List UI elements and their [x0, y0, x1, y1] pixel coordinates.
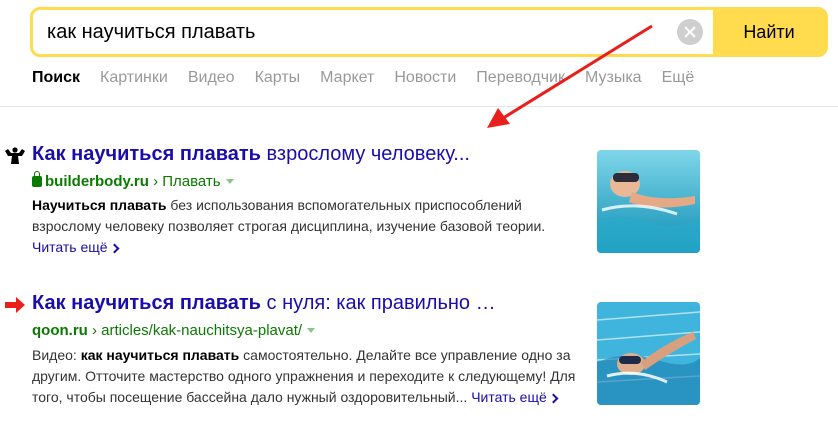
- lock-icon: [32, 171, 42, 187]
- result-url[interactable]: builderbody.ru › Плавать: [32, 171, 234, 190]
- tab-more[interactable]: Ещё: [662, 69, 695, 87]
- read-more-link[interactable]: Читать ещё: [471, 389, 559, 405]
- chevron-down-icon[interactable]: [225, 179, 234, 184]
- red-arrow-icon: [5, 297, 25, 313]
- search-input[interactable]: [33, 10, 677, 54]
- read-more-link[interactable]: Читать ещё: [32, 239, 120, 255]
- chevron-right-icon: [548, 393, 559, 404]
- tab-video[interactable]: Видео: [188, 69, 235, 87]
- search-bar: Найти: [30, 7, 828, 57]
- tab-images[interactable]: Картинки: [100, 69, 168, 87]
- result-title[interactable]: Как научиться плавать с нуля: как правил…: [32, 292, 496, 315]
- swimmer-pool-thumbnail[interactable]: [597, 302, 700, 405]
- result-title[interactable]: Как научиться плавать взрослому человеку…: [32, 143, 470, 166]
- search-tabs: Поиск Картинки Видео Карты Маркет Новост…: [32, 69, 694, 87]
- search-button[interactable]: Найти: [713, 10, 825, 54]
- swimmer-thumbnail[interactable]: [597, 150, 700, 253]
- tabs-divider: [0, 106, 838, 107]
- result-snippet: Научиться плавать без использования вспо…: [32, 197, 546, 255]
- result-snippet: Видео: как научиться плавать самостоятел…: [32, 347, 576, 405]
- tab-search[interactable]: Поиск: [32, 69, 80, 87]
- tab-translator[interactable]: Переводчик: [476, 69, 565, 87]
- tab-news[interactable]: Новости: [394, 69, 456, 87]
- bodybuilder-icon: [5, 147, 25, 164]
- chevron-right-icon: [109, 243, 120, 254]
- chevron-down-icon[interactable]: [307, 328, 316, 333]
- tab-maps[interactable]: Карты: [255, 69, 301, 87]
- result-url[interactable]: qoon.ru › articles/kak-nauchitsya-plavat…: [32, 322, 316, 339]
- tab-market[interactable]: Маркет: [320, 69, 374, 87]
- tab-music[interactable]: Музыка: [585, 69, 642, 87]
- clear-search-icon[interactable]: [677, 19, 703, 45]
